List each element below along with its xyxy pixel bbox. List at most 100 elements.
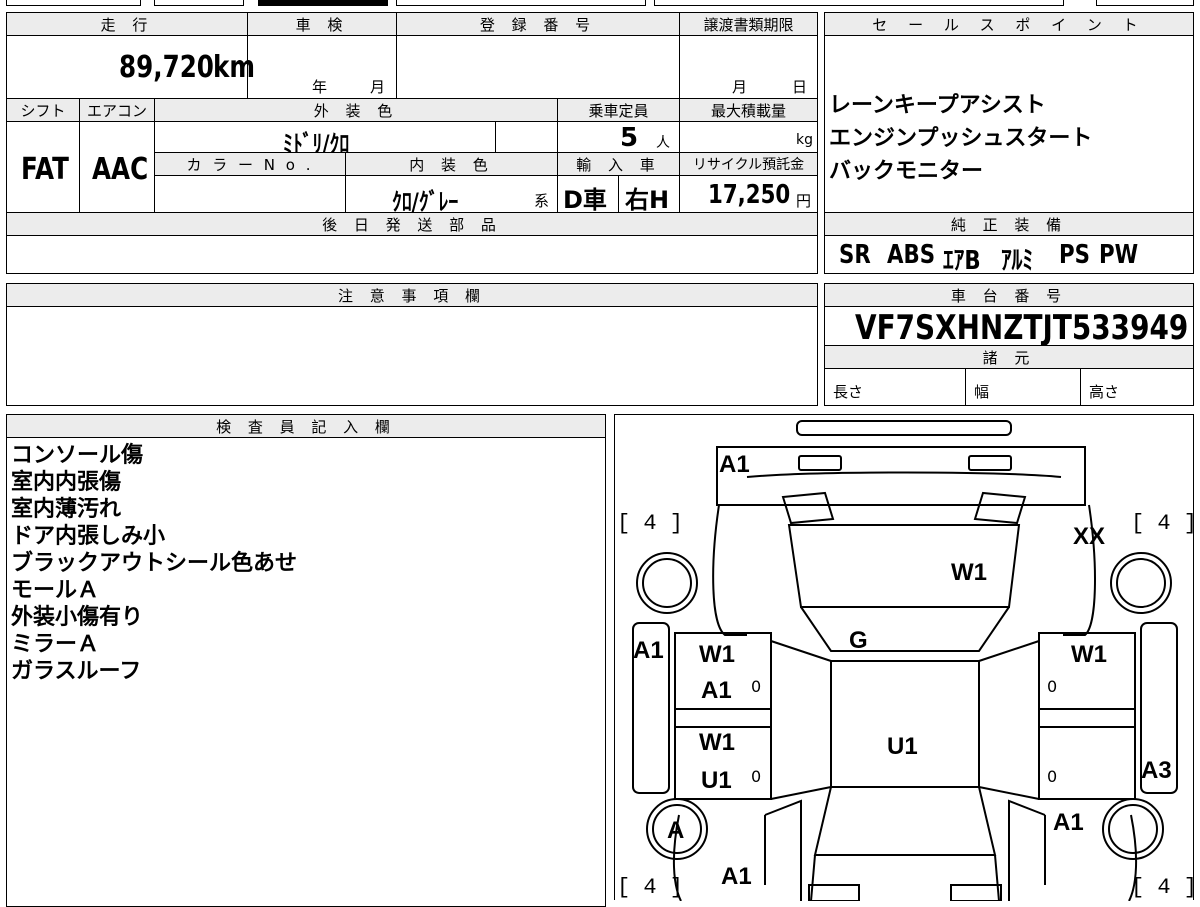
code-rear-left-window: W1 (699, 729, 735, 756)
equipment-body: SR ABS ｴｱB ｱﾙﾐ PS PW (824, 235, 1194, 276)
code-rear-bumper: A1 (721, 863, 752, 890)
interior-suffix: 系 (534, 192, 550, 210)
code-roof: U1 (887, 733, 918, 760)
capacity-value: 5 (620, 123, 639, 153)
vehicle-info-table: 走 行 車 検 登 録 番 号 譲渡書類期限 89,720 km 年 月 月 日… (6, 12, 818, 274)
code-front-right-corner: XX (1073, 523, 1106, 550)
code-hood: G (849, 627, 868, 654)
import-value: D車 (563, 186, 607, 214)
inspector-line: コンソール傷 (11, 443, 144, 468)
equipment-item: PS (1059, 240, 1090, 270)
transfer-day-unit: 日 (792, 78, 808, 96)
load-cell: kg (679, 121, 818, 153)
load-unit: kg (796, 132, 813, 148)
load-header: 最大積載量 (679, 98, 818, 122)
chassis-header: 車 台 番 号 (824, 283, 1194, 307)
equipment-item: PW (1099, 240, 1139, 270)
recycle-header: リサイクル預託金 (679, 152, 818, 176)
inspector-line: ドア内張しみ小 (11, 524, 166, 549)
sales-point-panel: セ ー ル ス ポ イ ン ト レーンキープアシスト エンジンプッシュスタート … (824, 12, 1194, 276)
mileage-header: 走 行 (6, 12, 248, 36)
later-parts-header: 後 日 発 送 部 品 (6, 212, 818, 236)
chassis-cell: VF7SXHNZTJT533949 (824, 306, 1194, 348)
aircon-value: AAC (92, 152, 149, 187)
chassis-panel: 車 台 番 号 VF7SXHNZTJT533949 諸 元 長さ 幅 高さ (824, 283, 1194, 406)
zero-rear-right: 0 (1047, 767, 1058, 786)
exterior-header: 外 装 色 (154, 98, 558, 122)
capacity-header: 乗車定員 (557, 98, 680, 122)
capacity-unit: 人 (656, 135, 670, 151)
inspector-line: 室内内張傷 (11, 470, 122, 495)
shift-value: FAT (21, 152, 69, 187)
sales-point-body: レーンキープアシスト エンジンプッシュスタート バックモニター (824, 35, 1194, 213)
code-front-left-window: W1 (699, 641, 735, 668)
code-front-right-window: W1 (1071, 641, 1107, 668)
sales-point-line: エンジンプッシュスタート (829, 126, 1093, 151)
interior-cell: ｸﾛ/ｸﾞﾚｰ 系 (345, 175, 558, 216)
inspection-header: 車 検 (247, 12, 397, 36)
equipment-item: ABS (887, 240, 936, 270)
inspection-month-unit: 月 (370, 78, 386, 96)
notes-body (6, 306, 818, 406)
exterior-cell: ﾐﾄﾞﾘ/ｸﾛ (154, 121, 496, 158)
code-right-quarter: A3 (1141, 757, 1172, 784)
tire-rear-left-label: [ 4 ] (617, 875, 684, 900)
shift-cell: FAT (6, 121, 80, 213)
sales-point-header: セ ー ル ス ポ イ ン ト (824, 12, 1194, 36)
code-windshield: W1 (951, 559, 987, 586)
equipment-item: ｱﾙﾐ (1001, 246, 1033, 276)
top-strip (6, 0, 1194, 6)
aircon-header: エアコン (79, 98, 155, 122)
import-header: 輸 入 車 (557, 152, 680, 176)
tire-front-left-label: [ 4 ] (617, 511, 684, 536)
chassis-number: VF7SXHNZTJT533949 (855, 308, 1189, 348)
zero-rear-left: 0 (751, 767, 762, 786)
inspection-cell: 年 月 (247, 35, 397, 99)
width-cell: 幅 (965, 368, 1081, 406)
recycle-value: 17,250 (708, 180, 791, 210)
code-front-left-door: A1 (701, 677, 732, 704)
handle-value: 右H (625, 186, 670, 214)
inspector-line: ガラスルーフ (11, 659, 142, 684)
inspection-year-unit: 年 (312, 78, 328, 96)
recycle-cell: 17,250 円 (679, 175, 818, 213)
spec-header: 諸 元 (824, 345, 1194, 369)
code-left-fender: A1 (633, 637, 664, 664)
shift-header: シフト (6, 98, 80, 122)
code-rear-left-wheel: A (667, 817, 685, 844)
interior-header: 内 装 色 (345, 152, 558, 176)
tire-front-right-label: [ 4 ] (1131, 511, 1198, 536)
notes-panel: 注 意 事 項 欄 (6, 283, 818, 406)
import-cell: D車 (557, 175, 619, 214)
color-no-cell (154, 175, 346, 213)
tire-rear-right-label: [ 4 ] (1131, 875, 1198, 900)
transfer-month-unit: 月 (732, 78, 748, 96)
sales-point-line: バックモニター (829, 159, 984, 184)
height-cell: 高さ (1080, 368, 1194, 406)
inspector-body: コンソール傷 室内内張傷 室内薄汚れ ドア内張しみ小 ブラックアウトシール色あせ… (6, 437, 606, 907)
width-label: 幅 (974, 383, 990, 401)
inspector-line: 室内薄汚れ (11, 497, 122, 522)
inspector-line: 外装小傷有り (11, 605, 144, 630)
mileage-value: 89,720 (119, 50, 214, 85)
aircon-cell: AAC (79, 121, 155, 213)
equipment-item: SR (839, 240, 871, 270)
transfer-header: 譲渡書類期限 (679, 12, 818, 36)
equipment-item: ｴｱB (943, 246, 981, 276)
recycle-unit: 円 (796, 192, 812, 210)
inspector-line: ブラックアウトシール色あせ (11, 551, 298, 576)
car-diagram-panel: [ 4 ] [ 4 ] [ 4 ] [ 4 ] A1 XX W1 G U1 A1… (614, 414, 1198, 901)
code-front-bumper: A1 (719, 451, 750, 478)
code-rear-right: A1 (1053, 809, 1084, 836)
length-label: 長さ (833, 383, 864, 401)
zero-front-right: 0 (1047, 677, 1058, 696)
inspector-header: 検 査 員 記 入 欄 (6, 414, 606, 438)
transfer-cell: 月 日 (679, 35, 818, 99)
length-cell: 長さ (824, 368, 966, 406)
zero-front-left: 0 (751, 677, 762, 696)
capacity-cell: 5 人 (557, 121, 680, 153)
registration-header: 登 録 番 号 (396, 12, 680, 36)
code-rear-left-door: U1 (701, 767, 732, 794)
color-no-header: カ ラ ー N o . (154, 152, 346, 176)
later-parts-cell (6, 235, 818, 274)
